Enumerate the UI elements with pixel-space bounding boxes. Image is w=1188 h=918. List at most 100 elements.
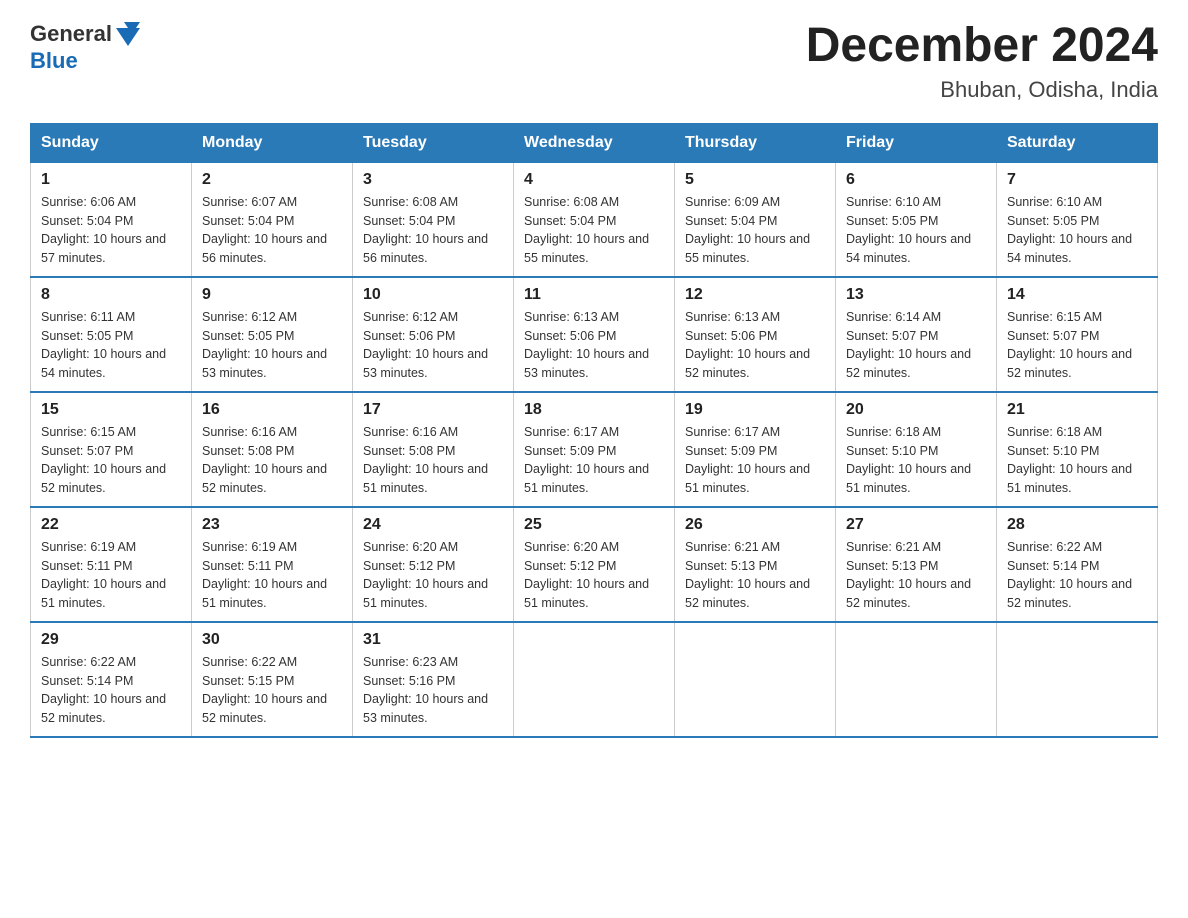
day-info: Sunrise: 6:11 AMSunset: 5:05 PMDaylight:… [41,310,166,380]
logo-general-text: General [30,21,112,47]
day-number: 31 [363,631,503,649]
page-header: General Blue December 2024 Bhuban, Odish… [30,20,1158,103]
day-number: 8 [41,286,181,304]
day-info: Sunrise: 6:14 AMSunset: 5:07 PMDaylight:… [846,310,971,380]
day-number: 9 [202,286,342,304]
logo-blue-text: Blue [30,48,78,73]
month-title: December 2024 [806,20,1158,73]
day-header-tuesday: Tuesday [353,123,514,162]
calendar-day-cell: 16 Sunrise: 6:16 AMSunset: 5:08 PMDaylig… [192,392,353,507]
day-info: Sunrise: 6:20 AMSunset: 5:12 PMDaylight:… [524,540,649,610]
calendar-day-cell: 27 Sunrise: 6:21 AMSunset: 5:13 PMDaylig… [836,507,997,622]
calendar-day-cell: 3 Sunrise: 6:08 AMSunset: 5:04 PMDayligh… [353,162,514,277]
day-number: 19 [685,401,825,419]
day-info: Sunrise: 6:19 AMSunset: 5:11 PMDaylight:… [202,540,327,610]
calendar-day-cell: 22 Sunrise: 6:19 AMSunset: 5:11 PMDaylig… [31,507,192,622]
calendar-day-cell: 9 Sunrise: 6:12 AMSunset: 5:05 PMDayligh… [192,277,353,392]
day-number: 22 [41,516,181,534]
day-number: 29 [41,631,181,649]
day-number: 30 [202,631,342,649]
day-number: 21 [1007,401,1147,419]
calendar-week-row: 8 Sunrise: 6:11 AMSunset: 5:05 PMDayligh… [31,277,1158,392]
calendar-week-row: 15 Sunrise: 6:15 AMSunset: 5:07 PMDaylig… [31,392,1158,507]
calendar-day-cell: 7 Sunrise: 6:10 AMSunset: 5:05 PMDayligh… [997,162,1158,277]
day-number: 13 [846,286,986,304]
day-number: 17 [363,401,503,419]
day-number: 24 [363,516,503,534]
day-info: Sunrise: 6:16 AMSunset: 5:08 PMDaylight:… [363,425,488,495]
day-number: 27 [846,516,986,534]
calendar-day-cell: 6 Sunrise: 6:10 AMSunset: 5:05 PMDayligh… [836,162,997,277]
title-block: December 2024 Bhuban, Odisha, India [806,20,1158,103]
day-header-thursday: Thursday [675,123,836,162]
day-header-friday: Friday [836,123,997,162]
day-number: 26 [685,516,825,534]
calendar-day-cell: 1 Sunrise: 6:06 AMSunset: 5:04 PMDayligh… [31,162,192,277]
calendar-day-cell: 17 Sunrise: 6:16 AMSunset: 5:08 PMDaylig… [353,392,514,507]
day-number: 16 [202,401,342,419]
location-title: Bhuban, Odisha, India [806,77,1158,103]
calendar-day-cell: 24 Sunrise: 6:20 AMSunset: 5:12 PMDaylig… [353,507,514,622]
calendar-day-cell: 12 Sunrise: 6:13 AMSunset: 5:06 PMDaylig… [675,277,836,392]
calendar-day-cell: 18 Sunrise: 6:17 AMSunset: 5:09 PMDaylig… [514,392,675,507]
logo: General Blue [30,20,142,74]
day-info: Sunrise: 6:22 AMSunset: 5:15 PMDaylight:… [202,655,327,725]
day-number: 11 [524,286,664,304]
day-info: Sunrise: 6:08 AMSunset: 5:04 PMDaylight:… [524,195,649,265]
calendar-day-cell: 5 Sunrise: 6:09 AMSunset: 5:04 PMDayligh… [675,162,836,277]
day-info: Sunrise: 6:13 AMSunset: 5:06 PMDaylight:… [524,310,649,380]
day-info: Sunrise: 6:10 AMSunset: 5:05 PMDaylight:… [1007,195,1132,265]
day-info: Sunrise: 6:23 AMSunset: 5:16 PMDaylight:… [363,655,488,725]
day-number: 23 [202,516,342,534]
day-info: Sunrise: 6:12 AMSunset: 5:05 PMDaylight:… [202,310,327,380]
calendar-day-cell: 13 Sunrise: 6:14 AMSunset: 5:07 PMDaylig… [836,277,997,392]
day-header-wednesday: Wednesday [514,123,675,162]
calendar-day-cell: 2 Sunrise: 6:07 AMSunset: 5:04 PMDayligh… [192,162,353,277]
day-info: Sunrise: 6:17 AMSunset: 5:09 PMDaylight:… [685,425,810,495]
day-info: Sunrise: 6:09 AMSunset: 5:04 PMDaylight:… [685,195,810,265]
day-number: 25 [524,516,664,534]
calendar-day-cell: 19 Sunrise: 6:17 AMSunset: 5:09 PMDaylig… [675,392,836,507]
day-info: Sunrise: 6:12 AMSunset: 5:06 PMDaylight:… [363,310,488,380]
day-number: 12 [685,286,825,304]
calendar-day-cell: 23 Sunrise: 6:19 AMSunset: 5:11 PMDaylig… [192,507,353,622]
day-info: Sunrise: 6:22 AMSunset: 5:14 PMDaylight:… [41,655,166,725]
day-info: Sunrise: 6:15 AMSunset: 5:07 PMDaylight:… [41,425,166,495]
day-number: 10 [363,286,503,304]
day-info: Sunrise: 6:07 AMSunset: 5:04 PMDaylight:… [202,195,327,265]
calendar-day-cell: 31 Sunrise: 6:23 AMSunset: 5:16 PMDaylig… [353,622,514,737]
calendar-day-cell [836,622,997,737]
day-number: 3 [363,171,503,189]
day-info: Sunrise: 6:18 AMSunset: 5:10 PMDaylight:… [1007,425,1132,495]
day-header-monday: Monday [192,123,353,162]
calendar-day-cell: 11 Sunrise: 6:13 AMSunset: 5:06 PMDaylig… [514,277,675,392]
calendar-day-cell: 8 Sunrise: 6:11 AMSunset: 5:05 PMDayligh… [31,277,192,392]
calendar-day-cell: 26 Sunrise: 6:21 AMSunset: 5:13 PMDaylig… [675,507,836,622]
day-number: 20 [846,401,986,419]
calendar-day-cell: 20 Sunrise: 6:18 AMSunset: 5:10 PMDaylig… [836,392,997,507]
day-number: 7 [1007,171,1147,189]
calendar-day-cell [514,622,675,737]
day-info: Sunrise: 6:20 AMSunset: 5:12 PMDaylight:… [363,540,488,610]
calendar-day-cell: 14 Sunrise: 6:15 AMSunset: 5:07 PMDaylig… [997,277,1158,392]
day-info: Sunrise: 6:21 AMSunset: 5:13 PMDaylight:… [846,540,971,610]
day-info: Sunrise: 6:15 AMSunset: 5:07 PMDaylight:… [1007,310,1132,380]
day-info: Sunrise: 6:19 AMSunset: 5:11 PMDaylight:… [41,540,166,610]
day-number: 14 [1007,286,1147,304]
calendar-week-row: 22 Sunrise: 6:19 AMSunset: 5:11 PMDaylig… [31,507,1158,622]
calendar-day-cell: 4 Sunrise: 6:08 AMSunset: 5:04 PMDayligh… [514,162,675,277]
day-number: 6 [846,171,986,189]
calendar-day-cell: 10 Sunrise: 6:12 AMSunset: 5:06 PMDaylig… [353,277,514,392]
day-header-sunday: Sunday [31,123,192,162]
calendar-day-cell: 25 Sunrise: 6:20 AMSunset: 5:12 PMDaylig… [514,507,675,622]
calendar-day-cell: 21 Sunrise: 6:18 AMSunset: 5:10 PMDaylig… [997,392,1158,507]
day-number: 2 [202,171,342,189]
day-info: Sunrise: 6:17 AMSunset: 5:09 PMDaylight:… [524,425,649,495]
day-number: 15 [41,401,181,419]
calendar-table: SundayMondayTuesdayWednesdayThursdayFrid… [30,123,1158,738]
day-info: Sunrise: 6:13 AMSunset: 5:06 PMDaylight:… [685,310,810,380]
calendar-week-row: 1 Sunrise: 6:06 AMSunset: 5:04 PMDayligh… [31,162,1158,277]
logo-icon [114,20,142,48]
day-info: Sunrise: 6:16 AMSunset: 5:08 PMDaylight:… [202,425,327,495]
day-number: 28 [1007,516,1147,534]
